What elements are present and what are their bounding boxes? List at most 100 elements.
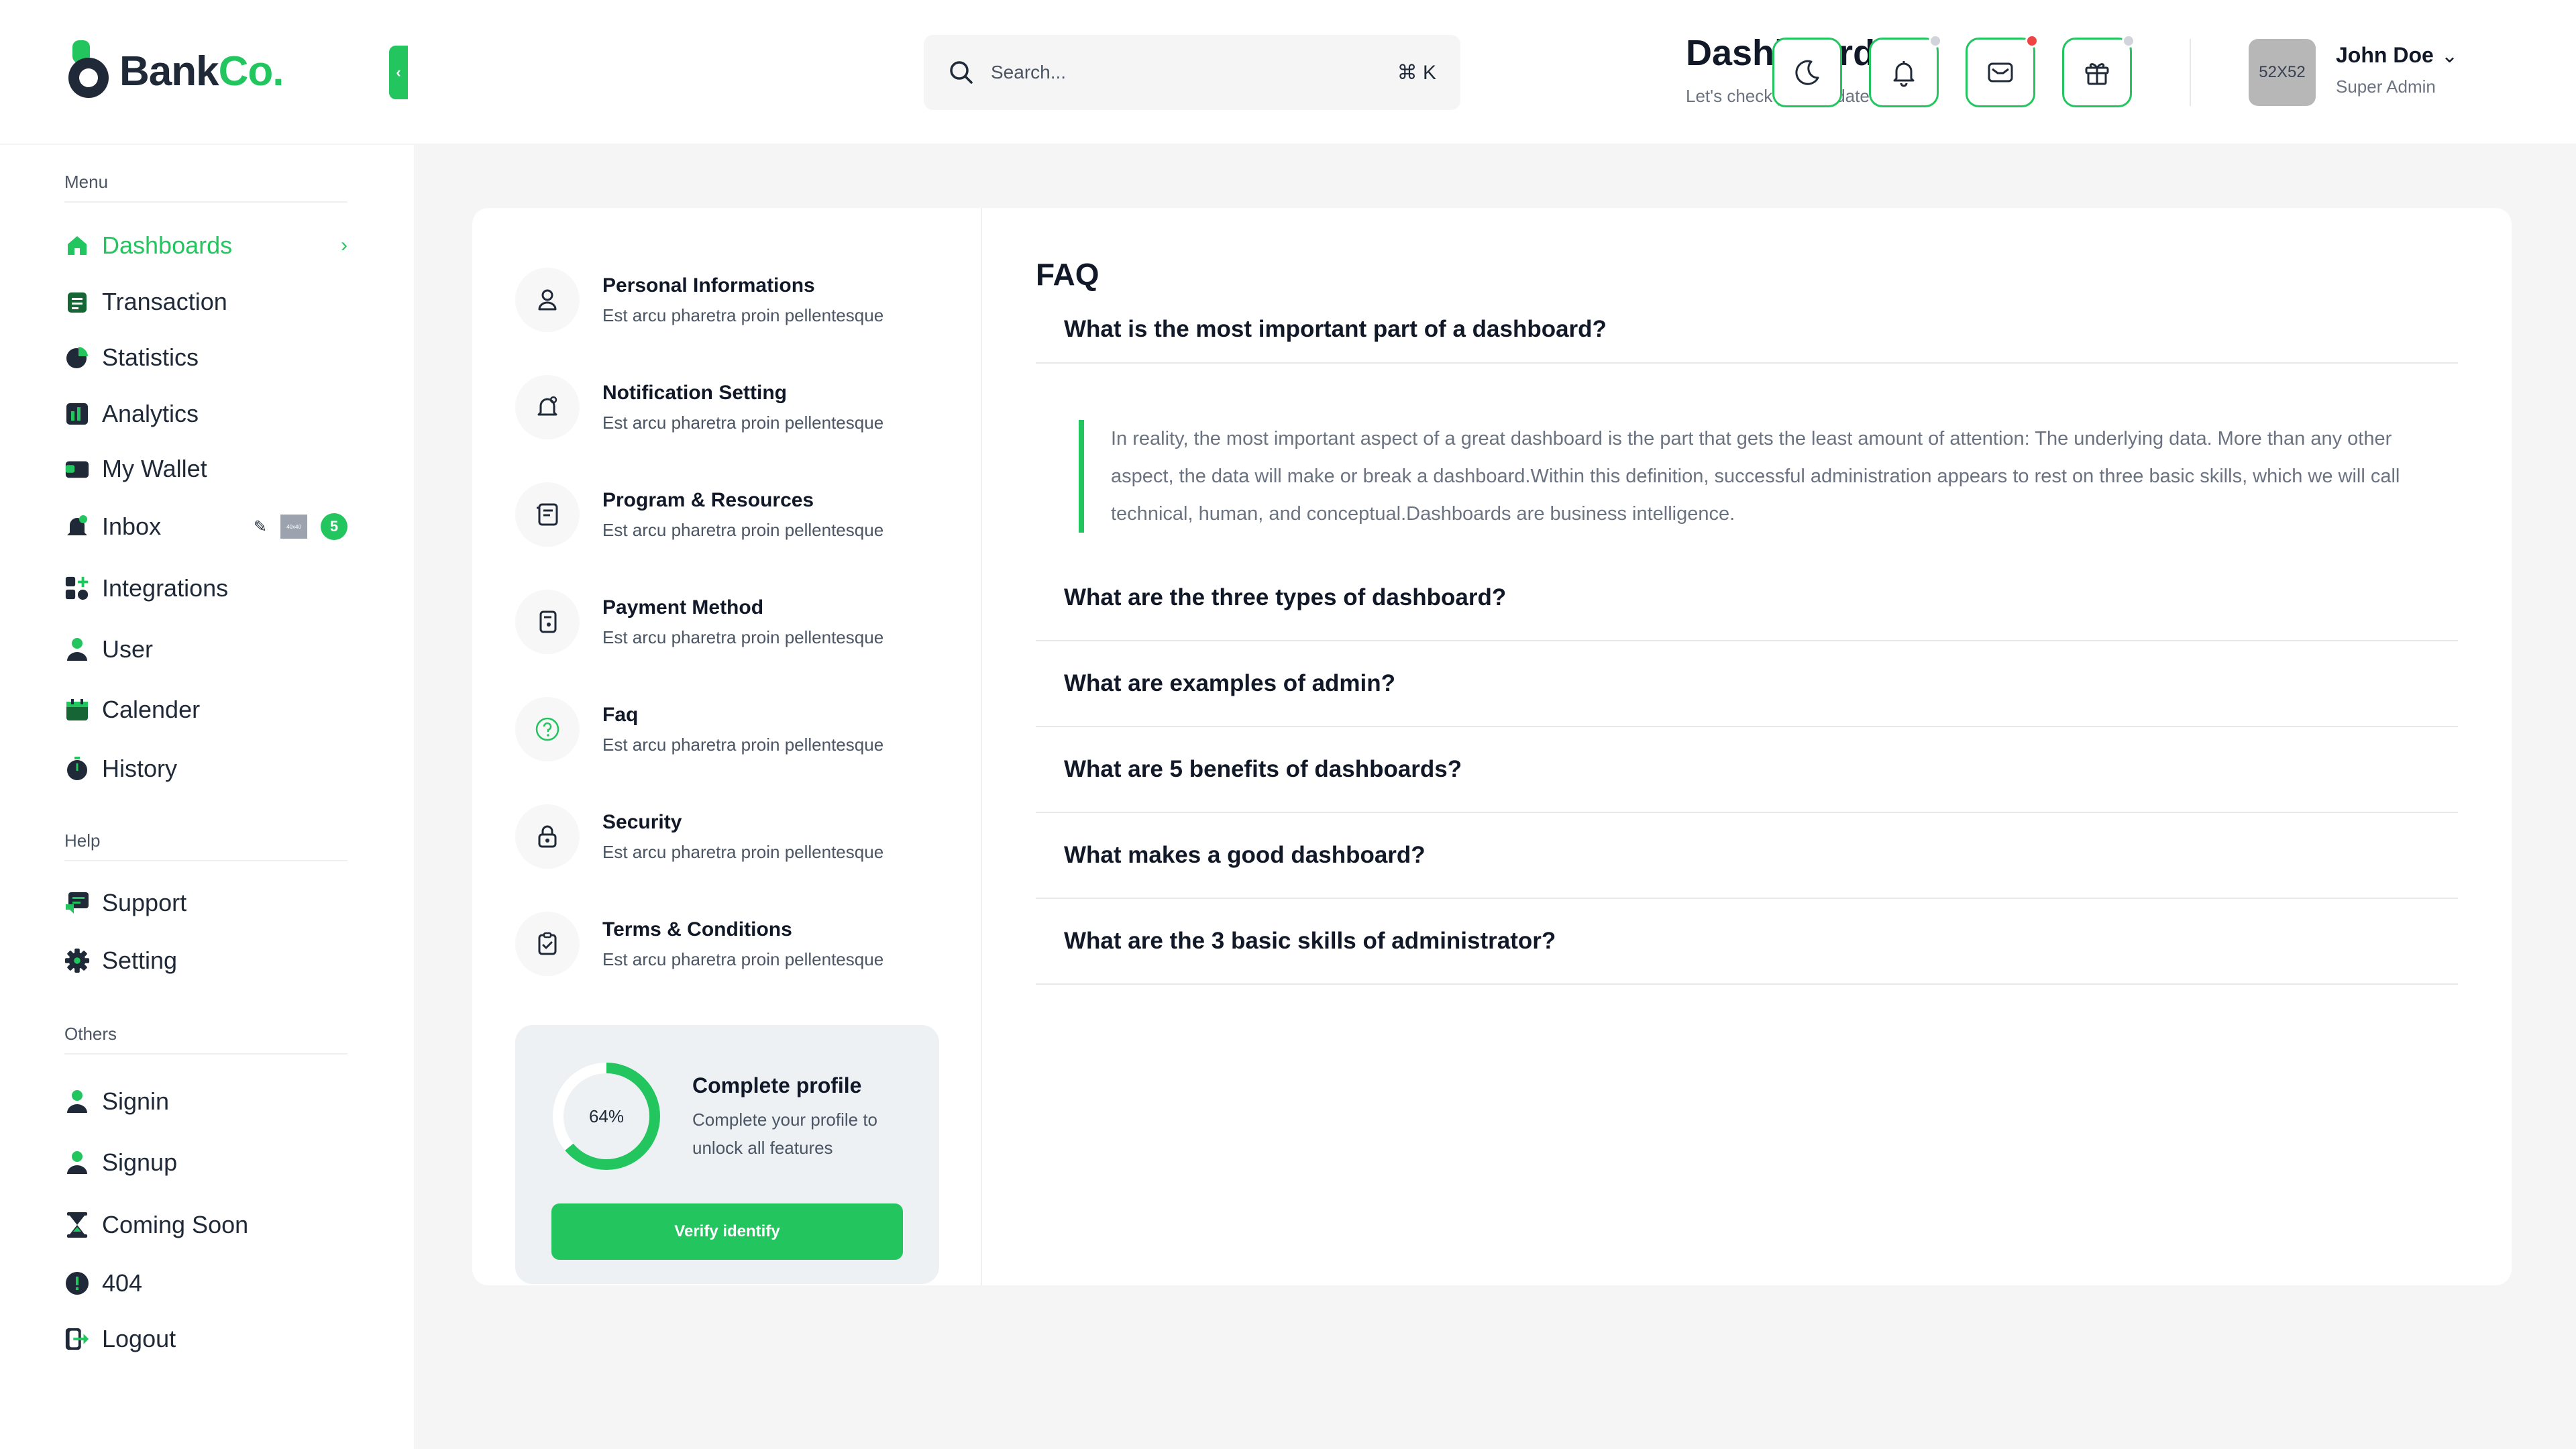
sidebar-item-label: 404 xyxy=(102,1269,143,1297)
sidebar-item-label: History xyxy=(102,755,178,782)
sidebar-item-label: Setting xyxy=(102,947,178,974)
sidebar-item-coming-soon[interactable]: Coming Soon xyxy=(64,1205,347,1245)
setting-faq[interactable]: Faq Est arcu pharetra proin pellentesque xyxy=(515,692,945,766)
lock-icon xyxy=(515,804,580,869)
sidebar-item-inbox[interactable]: Inbox ✎ 40x40 5 xyxy=(64,506,347,547)
grid-plus-icon xyxy=(64,576,90,601)
sidebar-item-user[interactable]: User xyxy=(64,629,347,669)
logout-icon xyxy=(64,1326,90,1352)
hourglass-icon xyxy=(64,1212,90,1238)
user-role: Super Admin xyxy=(2336,76,2436,97)
setting-notification[interactable]: Notification Setting Est arcu pharetra pr… xyxy=(515,370,945,444)
sidebar-item-label: Integrations xyxy=(102,574,229,602)
sidebar-item-label: Analytics xyxy=(102,400,199,427)
setting-terms-conditions[interactable]: Terms & Conditions Est arcu pharetra proi… xyxy=(515,907,945,981)
alert-icon xyxy=(64,1271,90,1296)
setting-program-resources[interactable]: Program & Resources Est arcu pharetra pro… xyxy=(515,478,945,551)
sidebar-item-my-wallet[interactable]: My Wallet xyxy=(64,449,347,489)
faq-question[interactable]: What are the three types of dashboard? xyxy=(1036,555,2458,641)
setting-desc: Est arcu pharetra proin pellentesque xyxy=(602,734,884,755)
notifications-button[interactable] xyxy=(1869,34,1942,107)
avatar[interactable]: 52X52 xyxy=(2249,39,2316,106)
settings-card: Personal Informations Est arcu pharetra p… xyxy=(472,208,2512,1285)
setting-security[interactable]: Security Est arcu pharetra proin pellente… xyxy=(515,800,945,873)
sidebar-item-404[interactable]: 404 xyxy=(64,1263,347,1303)
sidebar-item-integrations[interactable]: Integrations xyxy=(64,568,347,608)
sidebar-item-label: User xyxy=(102,635,154,663)
others-section-rule xyxy=(64,1053,347,1055)
faq-question[interactable]: What makes a good dashboard? xyxy=(1036,813,2458,899)
sidebar-collapse-button[interactable]: ‹ xyxy=(389,46,408,99)
inbox-extras: ✎ 40x40 5 xyxy=(254,513,347,540)
gifts-button[interactable] xyxy=(2062,34,2135,107)
sidebar-item-dashboards[interactable]: Dashboards › xyxy=(64,225,347,266)
sidebar: BankCo. ‹ Menu Dashboards › Transaction … xyxy=(0,0,414,1449)
gift-icon xyxy=(2082,58,2112,87)
sidebar-item-signup[interactable]: Signup xyxy=(64,1142,347,1183)
document-icon xyxy=(515,482,580,547)
profile-desc: Complete your profile to unlock all feat… xyxy=(692,1110,878,1158)
wallet-icon xyxy=(64,456,90,482)
sidebar-item-label: Dashboards xyxy=(102,231,233,259)
setting-title: Terms & Conditions xyxy=(602,918,792,941)
stopwatch-icon xyxy=(64,756,90,782)
question-icon xyxy=(515,697,580,761)
sidebar-item-support[interactable]: Support xyxy=(64,883,347,923)
profile-progress-label: 64% xyxy=(588,1106,625,1126)
theme-toggle-button[interactable] xyxy=(1772,38,1842,107)
faq-answer: In reality, the most important aspect of… xyxy=(1079,420,2447,533)
faq-question[interactable]: What are the 3 basic skills of administr… xyxy=(1036,899,2458,985)
sidebar-item-logout[interactable]: Logout xyxy=(64,1319,347,1359)
setting-personal-informations[interactable]: Personal Informations Est arcu pharetra p… xyxy=(515,263,945,337)
faq-heading: FAQ xyxy=(1036,257,1099,292)
inbox-thumbnail: 40x40 xyxy=(280,515,307,539)
setting-title: Payment Method xyxy=(602,596,764,619)
profile-title: Complete profile xyxy=(692,1073,862,1097)
menu-section-label: Menu xyxy=(64,172,109,192)
moon-icon xyxy=(1792,58,1822,87)
mail-icon xyxy=(1986,58,2015,87)
messages-button[interactable] xyxy=(1966,34,2039,107)
help-section-rule xyxy=(64,860,347,861)
verify-identity-button[interactable]: Verify identify xyxy=(551,1203,903,1260)
wallet-outline-icon xyxy=(515,590,580,654)
sidebar-item-transaction[interactable]: Transaction xyxy=(64,282,347,322)
message-dot xyxy=(2025,34,2039,48)
sidebar-item-history[interactable]: History xyxy=(64,749,347,789)
sidebar-item-label: Inbox xyxy=(102,513,162,540)
setting-payment-method[interactable]: Payment Method Est arcu pharetra proin pe… xyxy=(515,585,945,659)
setting-title: Faq xyxy=(602,703,639,726)
sidebar-item-label: Calender xyxy=(102,696,201,723)
logo-icon xyxy=(64,39,113,103)
sidebar-item-signin[interactable]: Signin xyxy=(64,1081,347,1122)
search-input[interactable] xyxy=(991,62,1381,83)
bell-icon xyxy=(64,514,90,539)
search-bar[interactable]: ⌘ K xyxy=(924,35,1460,110)
search-icon xyxy=(948,59,975,86)
brand-name: BankCo. xyxy=(119,48,284,95)
user-name: John Doe xyxy=(2336,43,2434,67)
sidebar-item-statistics[interactable]: Statistics xyxy=(64,337,347,378)
pie-chart-icon xyxy=(64,345,90,370)
chevron-down-icon[interactable]: ⌄ xyxy=(2441,44,2458,68)
settings-menu: Personal Informations Est arcu pharetra p… xyxy=(472,208,982,1285)
sidebar-item-label: Support xyxy=(102,889,187,916)
calendar-icon xyxy=(64,697,90,722)
setting-desc: Est arcu pharetra proin pellentesque xyxy=(602,519,884,540)
sidebar-item-analytics[interactable]: Analytics xyxy=(64,394,347,434)
sidebar-item-label: Logout xyxy=(102,1325,176,1352)
faq-question-open[interactable]: What is the most important part of a das… xyxy=(1036,297,2458,364)
menu-section-rule xyxy=(64,201,347,203)
gear-icon xyxy=(64,948,90,973)
user-icon xyxy=(64,637,90,662)
user-icon xyxy=(64,1089,90,1114)
notification-dot xyxy=(1929,34,1942,48)
brand-logo[interactable]: BankCo. xyxy=(64,38,284,105)
complete-profile-card: 64% Complete profile Complete your profi… xyxy=(515,1025,939,1284)
sidebar-item-setting[interactable]: Setting xyxy=(64,941,347,981)
clipboard-icon xyxy=(64,289,90,315)
sidebar-item-calender[interactable]: Calender xyxy=(64,690,347,730)
bar-chart-icon xyxy=(64,401,90,427)
faq-question[interactable]: What are examples of admin? xyxy=(1036,641,2458,727)
faq-question[interactable]: What are 5 benefits of dashboards? xyxy=(1036,727,2458,813)
